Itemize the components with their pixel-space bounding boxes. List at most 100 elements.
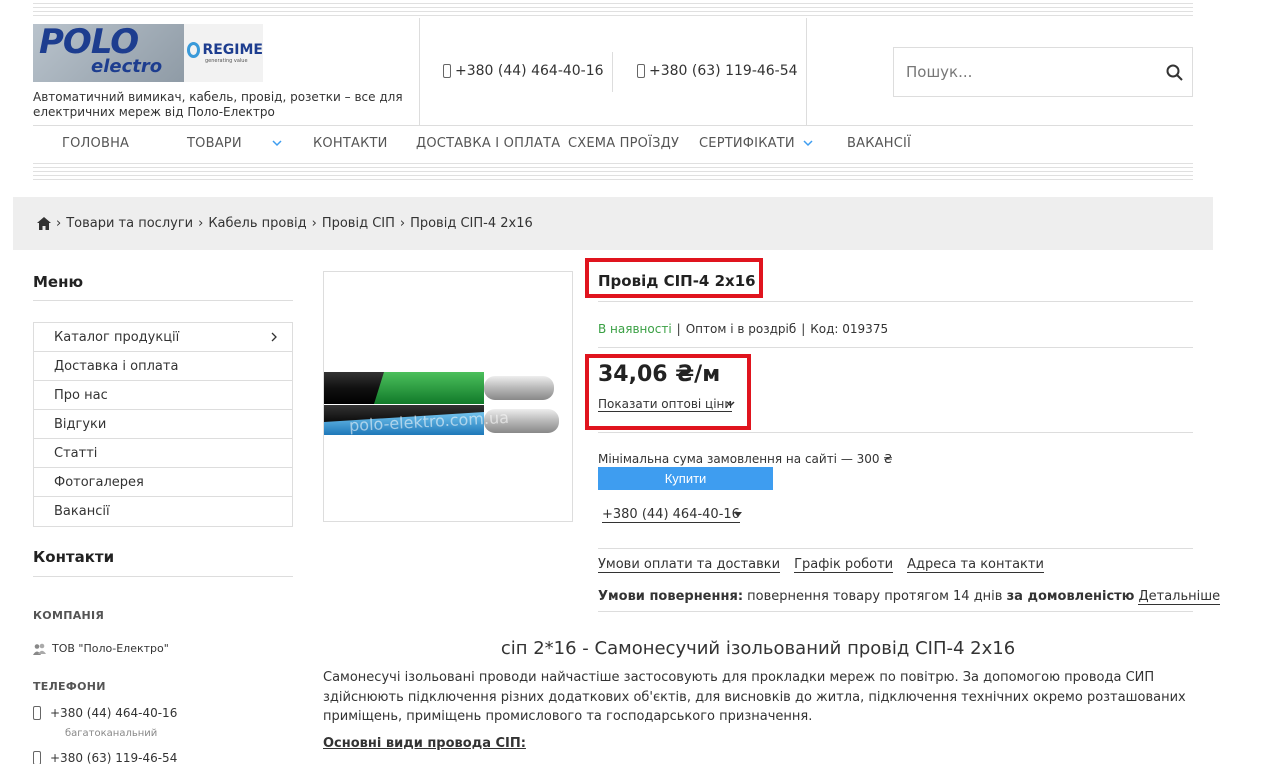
header-divider [806,18,807,125]
search-box [893,47,1193,97]
mobile-phone-icon [637,64,645,78]
sidebar-item-label: Каталог продукції [54,329,180,345]
return-policy: Умови повернення: повернення товару прот… [598,589,1221,605]
regime-logo: REGIME generating value [184,24,263,82]
sidebar-item-articles[interactable]: Статті [34,439,292,468]
product-info-links: Умови оплати та доставки Графік роботи А… [598,557,1044,573]
sidebar-menu-title: Меню [33,273,84,291]
home-icon[interactable] [37,217,51,230]
sidebar-item-gallery[interactable]: Фотогалерея [34,468,292,497]
product-divider [598,432,1193,433]
nav-item-vacancies[interactable]: ВАКАНСІЇ [847,136,911,151]
sale-type: Оптом і в роздріб [685,322,797,336]
company-label: КОМПАНІЯ [33,609,105,622]
header-stripes-bottom [33,163,1193,181]
buy-button[interactable]: Купити [598,467,773,490]
sidebar-divider [33,300,293,301]
breadcrumb: › Товари та послуги › Кабель провід › Пр… [13,197,1213,250]
nav-item-certificates[interactable]: СЕРТИФІКАТИ [699,136,795,151]
product-price: 34,06 ₴/м [598,362,721,387]
show-wholesale-prices-link[interactable]: Показати оптові ціни [598,397,733,412]
header-stripes-top [33,3,1193,17]
phone-dropdown[interactable]: +380 (44) 464-40-16 [602,507,740,523]
product-status: В наявності | Оптом і в роздріб | Код: 0… [598,322,889,336]
nav-item-delivery[interactable]: ДОСТАВКА І ОПЛАТА [416,136,560,151]
chevron-down-icon[interactable] [272,138,282,148]
header-divider [612,52,613,92]
sidebar-phone-2[interactable]: +380 (63) 119-46-54 [33,751,177,764]
chevron-down-icon[interactable] [725,400,736,408]
search-icon[interactable] [1166,64,1183,81]
return-policy-agreement: за домовленістю [1006,589,1135,604]
site-logo[interactable]: POLO electro REGIME generating value [33,24,263,82]
work-schedule-link[interactable]: Графік роботи [794,557,894,573]
sidebar-item-label: Статті [54,445,98,461]
sidebar-item-catalog[interactable]: Каталог продукції [34,323,292,352]
payment-delivery-link[interactable]: Умови оплати та доставки [598,557,781,573]
breadcrumb-separator: › [311,216,317,231]
product-divider [598,301,1193,302]
breadcrumb-item[interactable]: Провід СІП [322,216,395,231]
sidebar-item-delivery[interactable]: Доставка і оплата [34,352,292,381]
header-phone-2-text: +380 (63) 119-46-54 [649,63,798,79]
sidebar-item-label: Вакансії [54,504,110,519]
header-phone-1-text: +380 (44) 464-40-16 [455,63,604,79]
breadcrumb-separator: › [56,216,62,231]
address-contacts-link[interactable]: Адреса та контакти [907,557,1044,573]
regime-logo-text: REGIME [202,42,263,58]
sidebar-item-label: Фотогалерея [54,474,144,490]
sidebar-item-vacancies[interactable]: Вакансії [34,497,292,526]
return-policy-text: повернення товару протягом 14 днів [747,589,1003,604]
polo-electro-logo: POLO electro [33,24,184,82]
nav-item-directions[interactable]: СХЕМА ПРОЇЗДУ [568,136,679,151]
sidebar-item-label: Доставка і оплата [54,358,179,374]
sidebar-item-reviews[interactable]: Відгуки [34,410,292,439]
breadcrumb-item[interactable]: Товари та послуги [66,216,193,231]
site-tagline: Автоматичний вимикач, кабель, провід, ро… [33,90,403,119]
product-title: Провід СІП-4 2х16 [598,272,756,290]
logo-brand-sub: electro [91,56,163,77]
mobile-phone-icon [33,706,41,720]
sidebar-phone-text: +380 (63) 119-46-54 [50,751,178,764]
nav-item-products[interactable]: ТОВАРИ [187,136,242,151]
header-phone-2[interactable]: +380 (63) 119-46-54 [637,63,798,79]
sidebar-phone-1[interactable]: +380 (44) 464-40-16 [33,706,177,720]
breadcrumb-current: Провід СІП-4 2х16 [410,216,533,231]
description-title: сіп 2*16 - Самонесучий ізольований прові… [500,638,1016,659]
header-phone-1[interactable]: +380 (44) 464-40-16 [443,63,604,79]
sidebar-item-about[interactable]: Про нас [34,381,292,410]
cable-image [324,372,559,435]
return-details-link[interactable]: Детальніше [1138,589,1221,605]
chevron-down-icon[interactable] [803,138,813,148]
product-divider [598,611,1193,612]
sidebar-contacts-title: Контакти [33,548,115,566]
breadcrumb-item[interactable]: Кабель провід [208,216,306,231]
sidebar-item-label: Відгуки [54,416,107,432]
search-input[interactable] [894,63,1149,81]
breadcrumb-separator: › [198,216,204,231]
phones-label: ТЕЛЕФОНИ [33,680,106,693]
return-policy-label: Умови повернення: [598,589,744,604]
nav-divider [33,125,1193,126]
caret-down-icon[interactable] [734,512,742,517]
header-divider [419,18,420,125]
phone-note: багатоканальний [65,728,158,739]
nav-item-home[interactable]: ГОЛОВНА [62,136,129,151]
gear-icon [187,42,201,58]
sidebar-divider [33,576,293,577]
product-code: Код: 019375 [810,322,889,336]
nav-item-contacts[interactable]: КОНТАКТИ [313,136,388,151]
regime-logo-sub: generating value [205,58,248,64]
sidebar-menu: Каталог продукції Доставка і оплата Про … [33,322,293,527]
product-divider [598,548,1193,549]
availability-status: В наявності [598,322,672,336]
product-divider [598,347,1193,348]
breadcrumb-separator: › [399,216,406,231]
sidebar-phone-text: +380 (44) 464-40-16 [50,706,178,720]
description-subtitle: Основні види провода СІП: [323,736,526,751]
min-order-note: Мінімальна сума замовлення на сайті — 30… [598,452,893,466]
mobile-phone-icon [33,751,41,764]
sidebar-item-label: Про нас [54,387,108,403]
description-text: Самонесучі ізольовані проводи найчастіше… [323,670,1186,724]
product-image[interactable]: polo-elektro.com.ua [323,271,573,522]
